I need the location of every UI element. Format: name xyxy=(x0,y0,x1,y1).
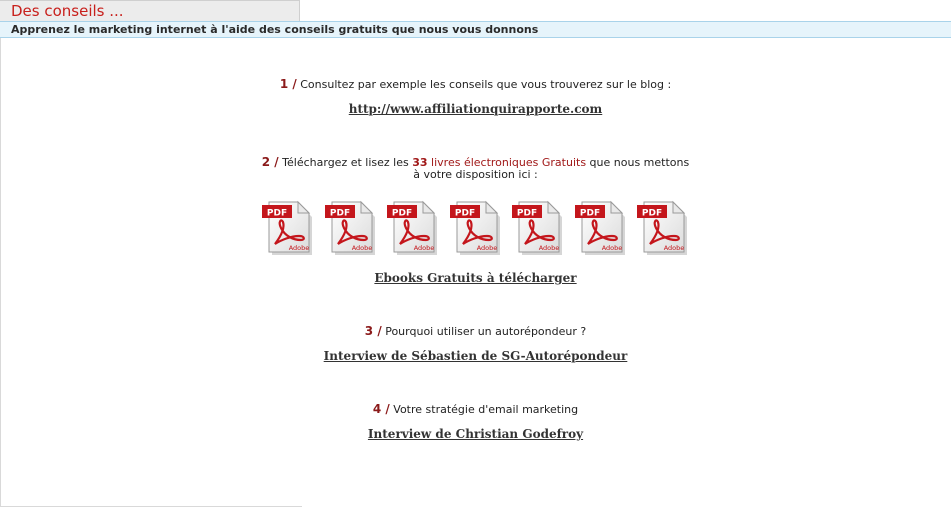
pdf-file-icon[interactable]: PDF Adobe xyxy=(511,198,563,256)
pdf-icon-brand: Adobe xyxy=(602,244,623,252)
email-marketing-interview-link[interactable]: Interview de Christian Godefroy xyxy=(368,427,583,441)
tips-content: 1 / Consultez par exemple les conseils q… xyxy=(0,38,951,507)
tip-4-number: 4 / xyxy=(372,402,390,416)
pdf-icon-brand: Adobe xyxy=(414,244,435,252)
pdf-file-icon[interactable]: PDF Adobe xyxy=(261,198,313,256)
pdf-icon-label: PDF xyxy=(455,209,475,219)
pdf-icon-label: PDF xyxy=(580,209,600,219)
tip-1-link-row: http://www.affiliationquirapporte.com xyxy=(0,102,951,116)
pdf-icon-label: PDF xyxy=(267,209,287,219)
pdf-file-icon[interactable]: PDF Adobe xyxy=(324,198,376,256)
pdf-icons-row: PDF Adobe PDF Adobe PDF Adobe PDF Adobe PDF Adobe… xyxy=(261,198,691,258)
tip-3-link-row: Interview de Sébastien de SG-Autoréponde… xyxy=(0,349,951,363)
pdf-icon-label: PDF xyxy=(392,209,412,219)
pdf-icon-label: PDF xyxy=(330,209,350,219)
pdf-file-icon[interactable]: PDF Adobe xyxy=(386,198,438,256)
tip-1-text: 1 / Consultez par exemple les conseils q… xyxy=(0,77,951,91)
tip-3-text: 3 / Pourquoi utiliser un autorépondeur ? xyxy=(0,324,951,338)
tip-3-number: 3 / xyxy=(364,324,382,338)
pdf-icon-label: PDF xyxy=(642,209,662,219)
tip-2-text: 2 / Téléchargez et lisez les 33 livres é… xyxy=(0,155,951,169)
pdf-file-icon[interactable]: PDF Adobe xyxy=(636,198,688,256)
tip-2-text-line2: à votre disposition ici : xyxy=(0,168,951,181)
pdf-icon-brand: Adobe xyxy=(352,244,373,252)
tip-4-link-row: Interview de Christian Godefroy xyxy=(0,427,951,441)
pdf-icon-brand: Adobe xyxy=(477,244,498,252)
autoresponder-interview-link[interactable]: Interview de Sébastien de SG-Autoréponde… xyxy=(324,349,628,363)
pdf-icon-brand: Adobe xyxy=(664,244,685,252)
pdf-icon-brand: Adobe xyxy=(289,244,310,252)
pdf-icon-brand: Adobe xyxy=(539,244,560,252)
pdf-file-icon[interactable]: PDF Adobe xyxy=(449,198,501,256)
tip-4-text: 4 / Votre stratégie d'email marketing xyxy=(0,402,951,416)
tip-4-label: Votre stratégie d'email marketing xyxy=(389,403,579,416)
tip-2-label-d: à votre disposition ici : xyxy=(413,168,538,181)
tip-1-label: Consultez par exemple les conseils que v… xyxy=(296,78,672,91)
blog-link[interactable]: http://www.affiliationquirapporte.com xyxy=(349,102,603,116)
section-subheader: Apprenez le marketing internet à l'aide … xyxy=(0,21,951,38)
pdf-file-icon[interactable]: PDF Adobe xyxy=(574,198,626,256)
section-subtitle: Apprenez le marketing internet à l'aide … xyxy=(11,23,539,36)
pdf-icon-label: PDF xyxy=(517,209,537,219)
section-tab: Des conseils ... xyxy=(0,0,300,21)
tip-1-number: 1 / xyxy=(279,77,297,91)
tip-3-label: Pourquoi utiliser un autorépondeur ? xyxy=(381,325,587,338)
section-title: Des conseils ... xyxy=(11,2,124,20)
tip-2-number: 2 / xyxy=(261,155,279,169)
tip-2-link-row: Ebooks Gratuits à télécharger xyxy=(0,271,951,285)
ebooks-download-link[interactable]: Ebooks Gratuits à télécharger xyxy=(374,271,576,285)
